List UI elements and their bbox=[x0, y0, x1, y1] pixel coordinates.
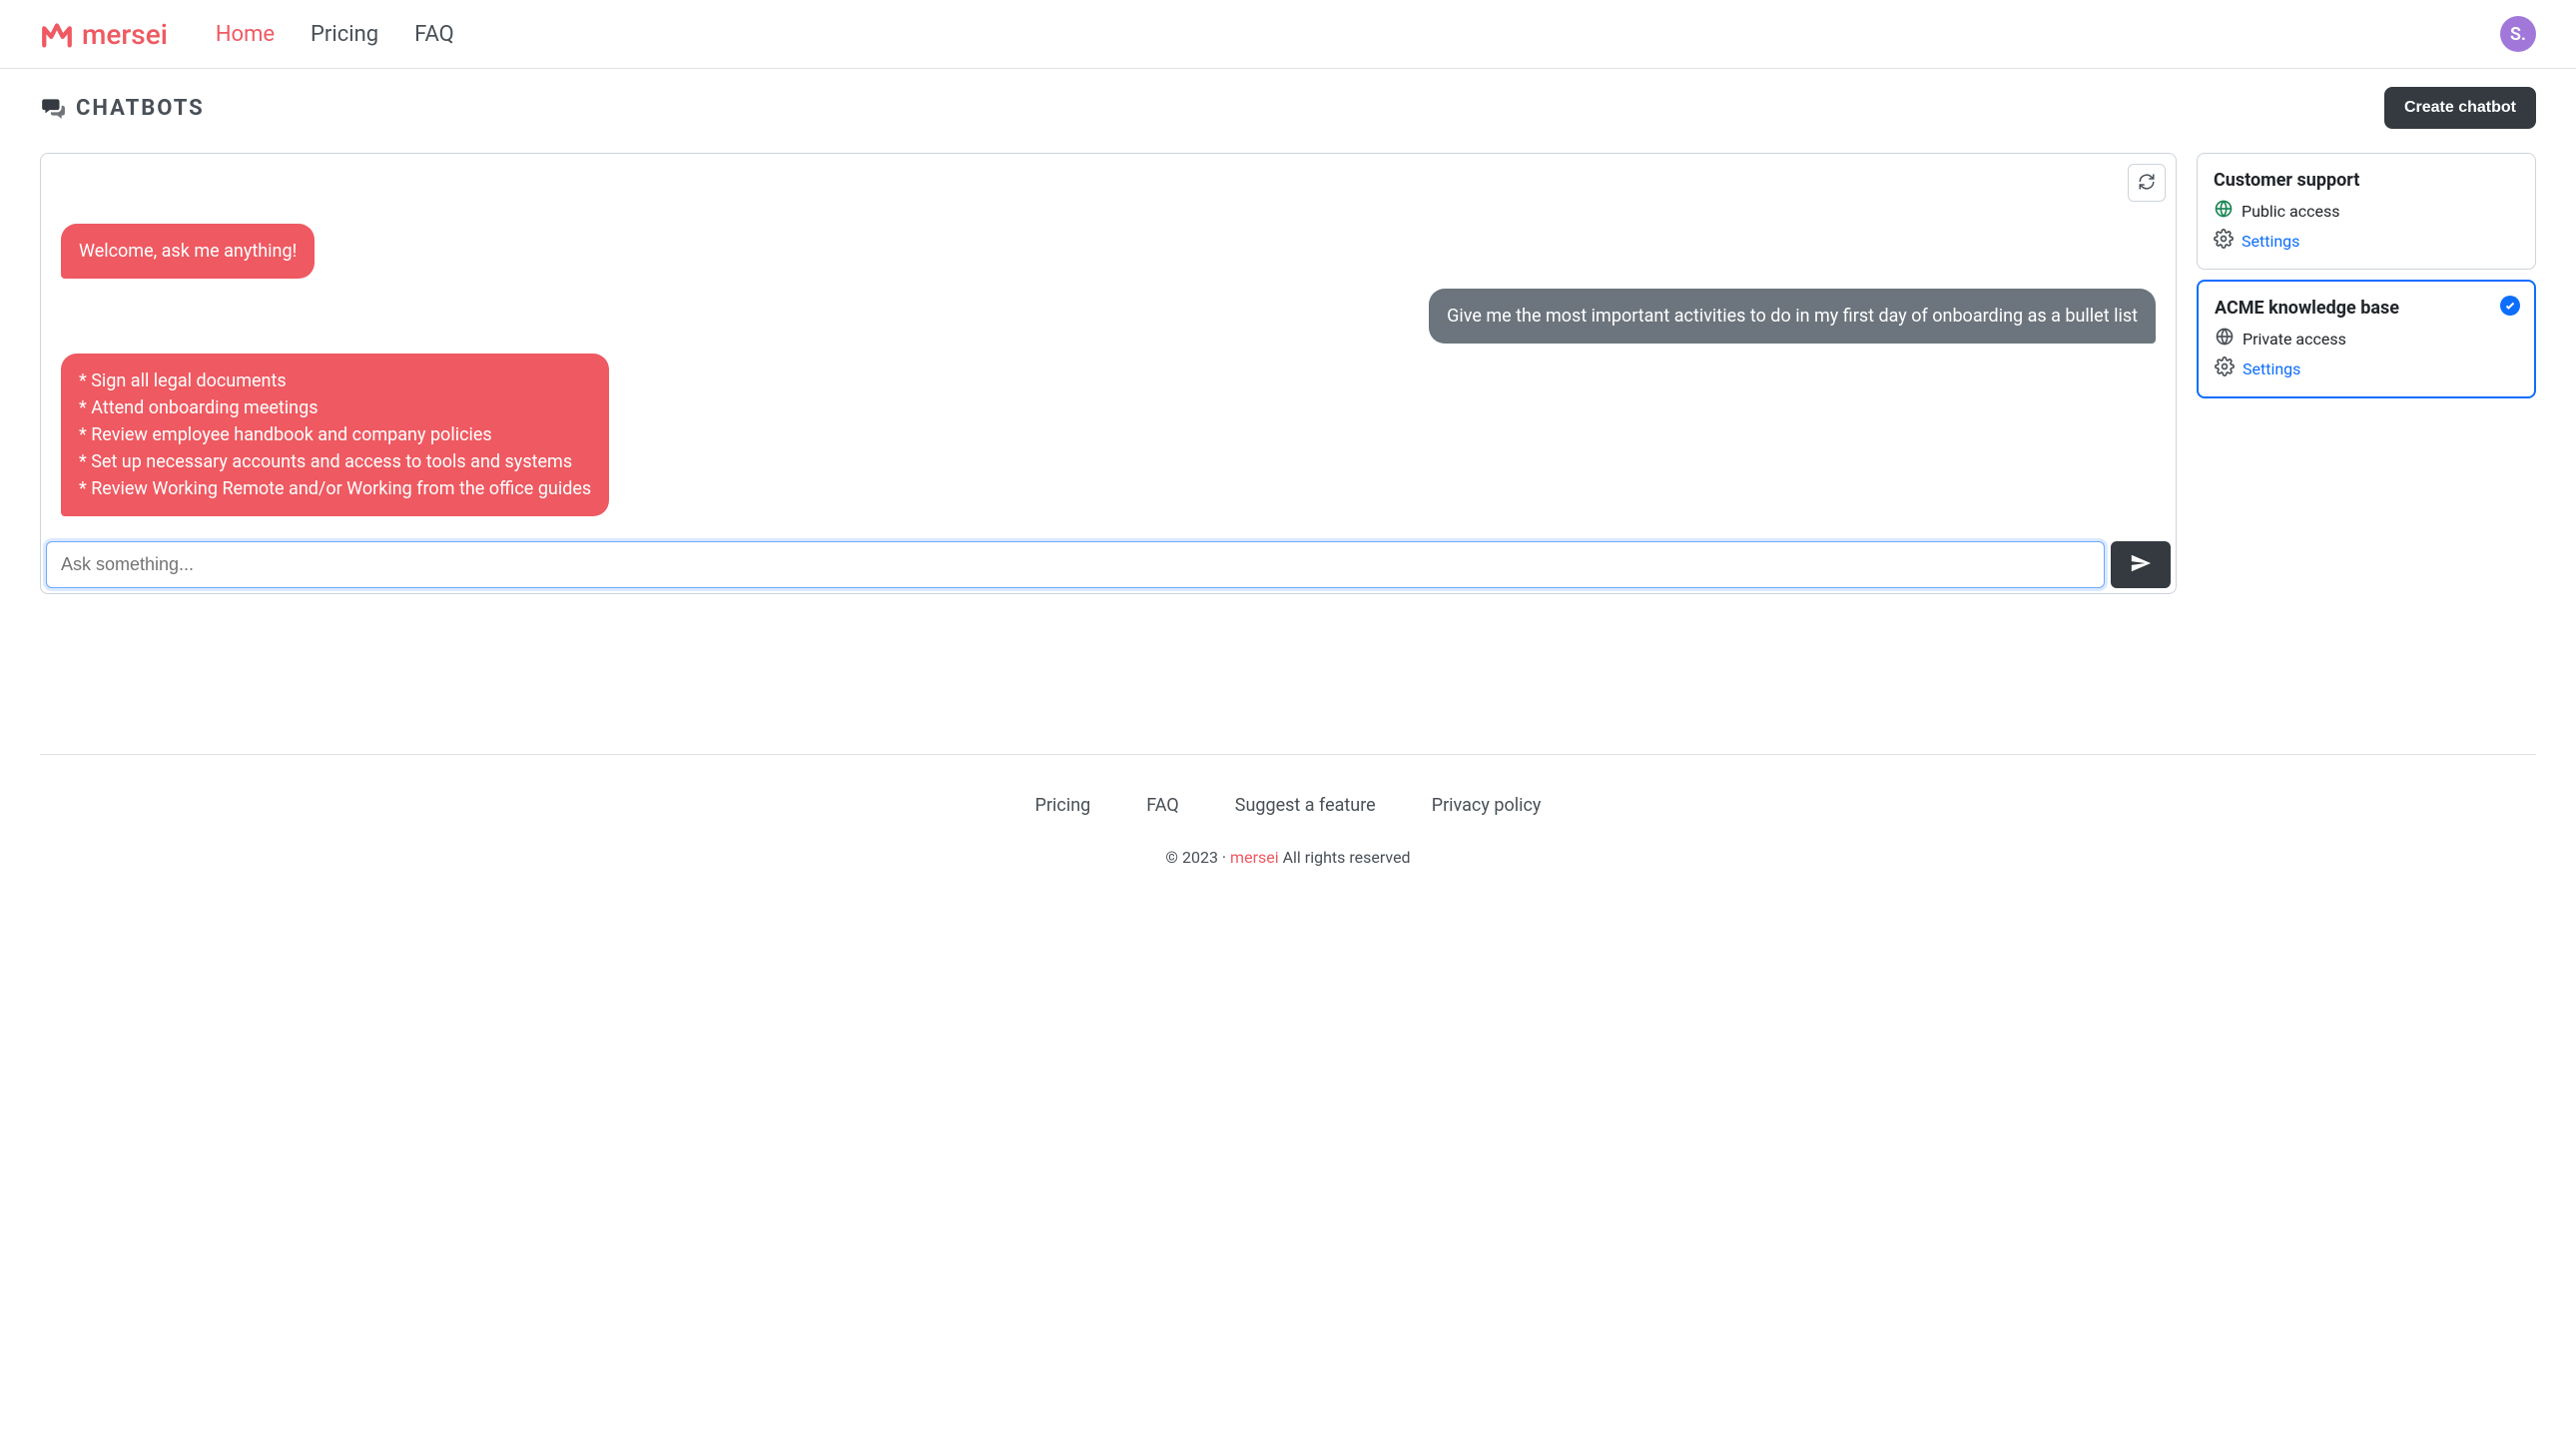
footer-links: Pricing FAQ Suggest a feature Privacy po… bbox=[40, 795, 2536, 816]
avatar[interactable]: S. bbox=[2500, 16, 2536, 52]
footer-privacy[interactable]: Privacy policy bbox=[1432, 795, 1542, 816]
logo-icon bbox=[40, 17, 74, 51]
nav-pricing[interactable]: Pricing bbox=[311, 22, 378, 47]
bot-message: Welcome, ask me anything! bbox=[61, 224, 315, 279]
check-icon bbox=[2504, 297, 2516, 316]
messages-container: Welcome, ask me anything! Give me the mo… bbox=[41, 154, 2176, 536]
globe-icon bbox=[2215, 327, 2235, 351]
chatbot-title: Customer support bbox=[2214, 170, 2519, 191]
chatbot-card[interactable]: Customer support Public access bbox=[2197, 153, 2536, 270]
refresh-button[interactable] bbox=[2128, 164, 2166, 202]
chatbot-card[interactable]: ACME knowledge base Private access bbox=[2197, 280, 2536, 398]
brand-name: mersei bbox=[82, 18, 168, 51]
page-title: CHATBOTS bbox=[76, 96, 205, 121]
footer-suggest[interactable]: Suggest a feature bbox=[1235, 795, 1376, 816]
gear-icon bbox=[2215, 357, 2235, 380]
selected-badge bbox=[2500, 296, 2520, 316]
gear-icon bbox=[2214, 229, 2234, 253]
globe-icon bbox=[2214, 199, 2234, 223]
main-content: Welcome, ask me anything! Give me the mo… bbox=[0, 153, 2576, 634]
settings-link[interactable]: Settings bbox=[2242, 232, 2299, 251]
nav-faq[interactable]: FAQ bbox=[414, 22, 454, 47]
chat-input[interactable] bbox=[46, 541, 2105, 588]
header-left: mersei Home Pricing FAQ bbox=[40, 17, 454, 51]
subheader-left: CHATBOTS bbox=[40, 95, 205, 121]
chatbot-settings-row[interactable]: Settings bbox=[2214, 229, 2519, 253]
nav-home[interactable]: Home bbox=[216, 22, 275, 47]
brand-logo[interactable]: mersei bbox=[40, 17, 168, 51]
chatbot-access-row: Public access bbox=[2214, 199, 2519, 223]
chatbot-list-sidebar: Customer support Public access bbox=[2197, 153, 2536, 594]
access-label: Public access bbox=[2242, 202, 2339, 221]
main-nav: Home Pricing FAQ bbox=[216, 22, 454, 47]
create-chatbot-button[interactable]: Create chatbot bbox=[2384, 87, 2536, 129]
chatbot-settings-row[interactable]: Settings bbox=[2215, 357, 2518, 380]
footer-brand-link[interactable]: mersei bbox=[1230, 848, 1279, 867]
chat-bubbles-icon bbox=[40, 95, 66, 121]
footer-faq[interactable]: FAQ bbox=[1146, 795, 1178, 816]
copyright: © 2023 · mersei All rights reserved bbox=[40, 848, 2536, 867]
subheader: CHATBOTS Create chatbot bbox=[0, 69, 2576, 153]
footer-pricing[interactable]: Pricing bbox=[1035, 795, 1091, 816]
copyright-prefix: © 2023 · bbox=[1165, 848, 1230, 867]
chatbot-title: ACME knowledge base bbox=[2215, 298, 2518, 319]
user-message: Give me the most important activities to… bbox=[1429, 289, 2156, 344]
settings-link[interactable]: Settings bbox=[2243, 359, 2300, 378]
send-icon bbox=[2130, 552, 2152, 577]
footer: Pricing FAQ Suggest a feature Privacy po… bbox=[40, 754, 2536, 887]
chatbot-access-row: Private access bbox=[2215, 327, 2518, 351]
bot-message: * Sign all legal documents * Attend onbo… bbox=[61, 354, 609, 516]
chat-panel: Welcome, ask me anything! Give me the mo… bbox=[40, 153, 2177, 594]
copyright-suffix: All rights reserved bbox=[1279, 848, 1411, 867]
access-label: Private access bbox=[2243, 330, 2346, 349]
top-header: mersei Home Pricing FAQ S. bbox=[0, 0, 2576, 69]
chat-input-row bbox=[41, 536, 2176, 593]
send-button[interactable] bbox=[2111, 541, 2171, 588]
refresh-icon bbox=[2138, 173, 2156, 194]
